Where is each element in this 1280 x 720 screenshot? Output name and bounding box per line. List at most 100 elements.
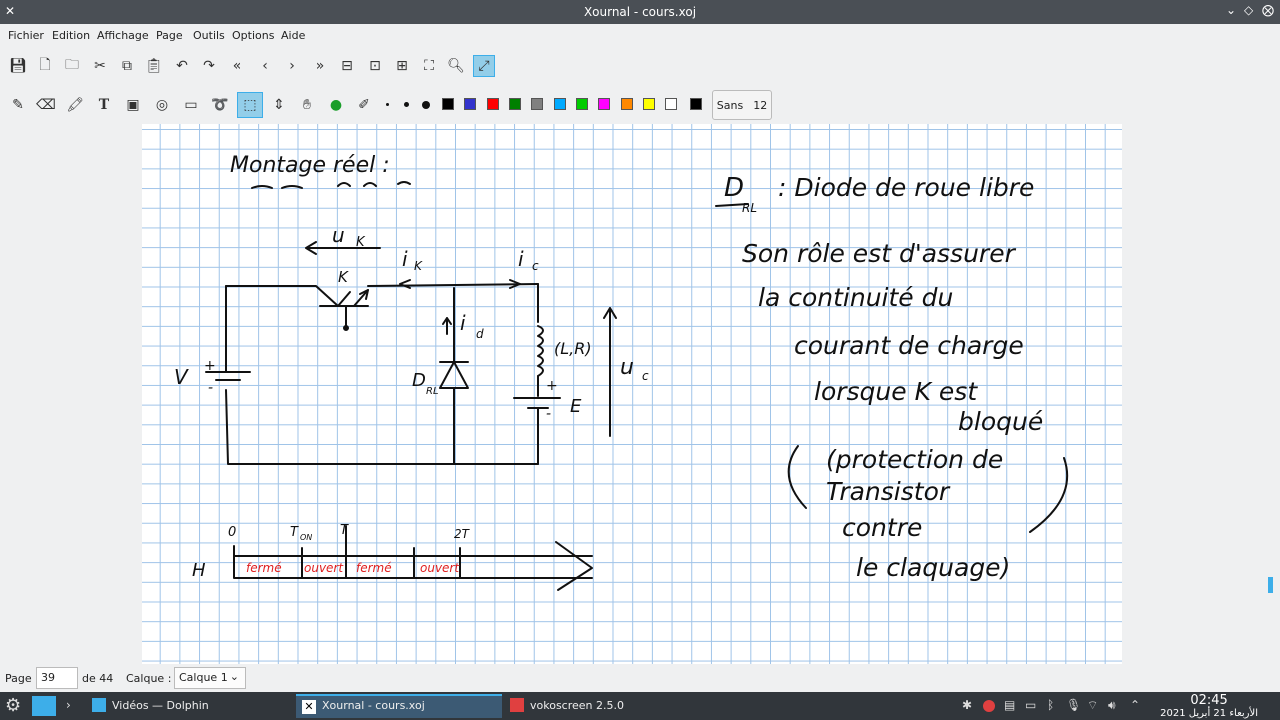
color-black[interactable]	[442, 98, 454, 110]
color-green[interactable]	[509, 98, 521, 110]
font-button[interactable]: Sans 12	[712, 90, 772, 120]
color-red[interactable]	[487, 98, 499, 110]
color-magenta[interactable]	[598, 98, 610, 110]
segment-ferme-1: fermé	[246, 561, 282, 575]
thick-stroke-icon[interactable]	[422, 101, 430, 109]
battery-icon[interactable]: ▭	[1025, 698, 1036, 712]
menu-affichage[interactable]: Affichage	[97, 29, 149, 42]
task-xournal[interactable]: ✕ Xournal - cours.xoj	[296, 694, 502, 718]
redo-icon[interactable]: ↷	[198, 55, 220, 77]
menu-edition[interactable]: Edition	[52, 29, 90, 42]
color-gray[interactable]	[531, 98, 543, 110]
copy-icon[interactable]: ⧉	[116, 55, 138, 77]
menu-fichier[interactable]: Fichier	[8, 29, 44, 42]
label-e: E	[570, 396, 582, 417]
rect-select-icon[interactable]: ⬚	[237, 92, 263, 118]
menu-aide[interactable]: Aide	[281, 29, 305, 42]
eraser-icon[interactable]: ⌫	[35, 94, 57, 116]
pager-arrow-icon[interactable]: ›	[66, 698, 71, 712]
tray-expand-icon[interactable]: ⌃	[1130, 698, 1140, 712]
medium-stroke-icon[interactable]	[404, 102, 409, 107]
label-id-sub: d	[476, 327, 484, 341]
uc-arrow	[603, 307, 617, 437]
taskbar: ⚙ › Vidéos — Dolphin ✕ Xournal - cours.x…	[0, 692, 1280, 720]
maximize-icon[interactable]: ◇	[1244, 3, 1253, 17]
color-blue[interactable]	[464, 98, 476, 110]
next-page-icon[interactable]: ›	[281, 55, 303, 77]
color-lightgreen[interactable]	[576, 98, 588, 110]
fullscreen-icon[interactable]: ⤢	[473, 55, 495, 77]
task-dolphin[interactable]: Vidéos — Dolphin	[86, 694, 292, 718]
default-tool-icon[interactable]: ●	[325, 94, 347, 116]
record-icon[interactable]	[983, 700, 995, 712]
label-e-minus: -	[546, 406, 551, 422]
show-desktop-icon[interactable]	[32, 696, 56, 716]
zoom-width-icon[interactable]: ⛶	[418, 55, 440, 77]
vertical-scrollbar[interactable]	[1268, 124, 1274, 664]
paste-icon[interactable]: 📋︎	[143, 55, 165, 77]
paren-left	[787, 445, 807, 509]
previous-page-icon[interactable]: ‹	[254, 55, 276, 77]
color-white[interactable]	[665, 98, 677, 110]
right-line-8: Transistor	[826, 477, 951, 506]
folder-icon	[92, 698, 106, 712]
zoom-out-icon[interactable]: ⊟	[336, 55, 358, 77]
segment-ouvert-2: ouvert	[420, 561, 460, 575]
chevron-down-icon: ⌄	[229, 670, 239, 683]
page-number-input[interactable]: 39	[36, 667, 78, 689]
scrollbar-thumb[interactable]	[1268, 577, 1273, 593]
clock[interactable]: 02:45 الأربعاء 21 أبريل 2021	[1160, 693, 1258, 719]
undo-icon[interactable]: ↶	[171, 55, 193, 77]
highlighter-icon[interactable]: 🖍︎	[64, 94, 86, 116]
color-lightblue[interactable]	[554, 98, 566, 110]
bluetooth-icon[interactable]: ᛒ	[1047, 698, 1054, 712]
app-launcher-icon[interactable]: ⚙	[5, 695, 21, 716]
open-folder-icon[interactable]: 🗀	[61, 55, 83, 77]
notifications-icon[interactable]: ✱	[962, 698, 972, 712]
wifi-icon[interactable]: ⌔	[1087, 698, 1098, 713]
color-yellow[interactable]	[643, 98, 655, 110]
notebook-page[interactable]: Montage réel : u K K i K i c i d (L,R) u…	[142, 124, 1122, 664]
zoom-100-icon[interactable]: ⊡	[364, 55, 386, 77]
vertical-space-icon[interactable]: ⇕	[268, 94, 290, 116]
menu-outils[interactable]: Outils	[193, 29, 225, 42]
default-pen-icon[interactable]: ✐	[353, 94, 375, 116]
label-v-minus: -	[208, 380, 213, 396]
last-page-icon[interactable]: »	[309, 55, 331, 77]
clipboard-icon[interactable]: ▤	[1004, 698, 1015, 712]
minimize-icon[interactable]: ⌄	[1226, 3, 1236, 17]
window-titlebar: ✕ Xournal - cours.xoj ⌄ ◇ ⨂	[0, 0, 1280, 24]
search-icon[interactable]: 🔍︎	[445, 55, 467, 77]
cut-icon[interactable]: ✂	[89, 55, 111, 77]
image-tool-icon[interactable]: ▣	[122, 94, 144, 116]
zoom-in-icon[interactable]: ⊞	[391, 55, 413, 77]
hand-tool-icon[interactable]: ✋︎	[296, 94, 318, 116]
menu-page[interactable]: Page	[156, 29, 183, 42]
right-line-5: lorsque K est	[814, 377, 978, 406]
text-tool-icon[interactable]: T	[93, 94, 115, 116]
pen-icon[interactable]: ✎	[7, 94, 29, 116]
right-line-3: la continuité du	[758, 283, 953, 312]
drl-title-sub: RL	[742, 201, 757, 215]
layer-select[interactable]: Calque 1 ⌄	[174, 667, 246, 689]
color-orange[interactable]	[621, 98, 633, 110]
save-icon[interactable]: 💾︎	[7, 55, 29, 77]
task-vokoscreen[interactable]: vokoscreen 2.5.0	[504, 694, 710, 718]
menu-options[interactable]: Options	[232, 29, 274, 42]
microphone-icon[interactable]: 🎙︎	[1066, 698, 1081, 712]
label-ik-sub: K	[414, 259, 423, 273]
shape-recognizer-icon[interactable]: ◎	[151, 94, 173, 116]
ruler-icon[interactable]: ▭	[180, 94, 202, 116]
new-document-icon[interactable]: 🗋	[34, 55, 56, 77]
first-page-icon[interactable]: «	[226, 55, 248, 77]
close-icon[interactable]: ⨂	[1262, 3, 1274, 17]
lasso-icon[interactable]: ➰	[209, 94, 231, 116]
segment-ouvert-1: ouvert	[304, 561, 344, 575]
label-ic-sub: c	[532, 259, 539, 273]
drl-title: D	[724, 173, 744, 203]
volume-icon[interactable]: 🔊︎	[1108, 698, 1116, 713]
thin-stroke-icon[interactable]	[386, 103, 389, 106]
color-current[interactable]	[690, 98, 702, 110]
label-uk: u	[332, 223, 345, 247]
label-drl: D	[412, 370, 426, 391]
